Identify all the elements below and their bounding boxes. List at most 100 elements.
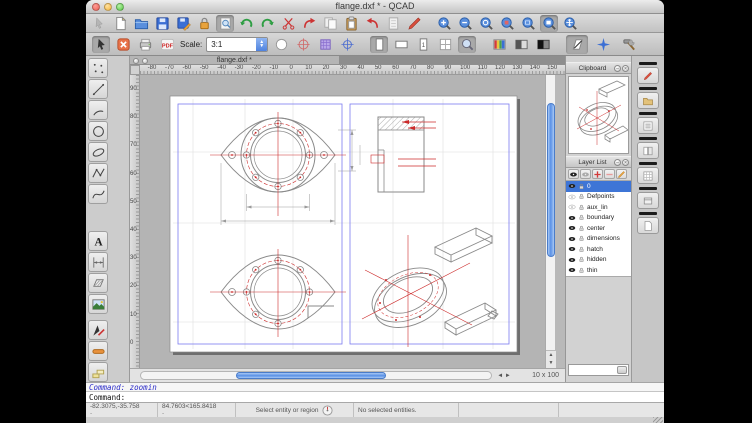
eye-on-icon[interactable] (568, 266, 576, 274)
dock-list-grab-handle[interactable] (639, 112, 657, 115)
layer-row-center[interactable]: center (566, 223, 631, 234)
selection-pointer-button[interactable] (92, 36, 110, 53)
snap-auto-button[interactable] (592, 35, 614, 54)
dock-folder-button[interactable] (637, 92, 659, 109)
zoom-redraw-button[interactable] (477, 15, 495, 32)
eye-on-icon[interactable] (568, 214, 576, 222)
page-single-button[interactable]: 1 (414, 36, 432, 53)
dock-page-button[interactable] (637, 217, 659, 234)
cut-button[interactable] (279, 15, 297, 32)
image-button[interactable] (88, 294, 108, 314)
show-all-layers-button[interactable] (568, 169, 579, 179)
polyline-button[interactable] (88, 163, 108, 183)
save-button[interactable] (153, 15, 171, 32)
ellipse-button[interactable] (88, 142, 108, 162)
dock-list-button[interactable] (637, 117, 659, 134)
layer-list-panel-header[interactable]: Layer List – × (566, 156, 631, 168)
eye-on-icon[interactable] (568, 224, 576, 232)
dock-pencil-grab-handle[interactable] (639, 62, 657, 65)
layer-row-aux_lin[interactable]: aux_lin (566, 202, 631, 213)
hatch-display-button[interactable] (316, 36, 334, 53)
eye-on-icon[interactable] (568, 182, 576, 190)
print-button[interactable] (136, 36, 154, 53)
save-as-button[interactable] (174, 15, 192, 32)
undo-button[interactable] (237, 15, 255, 32)
rotate-button[interactable] (363, 15, 381, 32)
dock-page-grab-handle[interactable] (639, 212, 657, 215)
text-button[interactable]: A (88, 231, 108, 251)
resize-grip[interactable] (653, 417, 663, 423)
lock-small-icon[interactable] (578, 246, 585, 253)
layer-filter-button[interactable] (617, 366, 627, 374)
lock-small-icon[interactable] (578, 267, 585, 274)
lock-small-icon[interactable] (578, 204, 585, 211)
redo-button[interactable] (258, 15, 276, 32)
scale-combobox[interactable]: 3:1 ▲▼ (206, 37, 268, 52)
lock-small-icon[interactable] (578, 214, 585, 221)
zoom-in-button[interactable] (435, 15, 453, 32)
clipboard-close-icon[interactable]: × (622, 65, 629, 72)
point-button[interactable] (88, 58, 108, 78)
vertical-scrollbar[interactable]: ▲▼ (545, 75, 555, 368)
copy-button[interactable] (321, 15, 339, 32)
layer-list-float-icon[interactable]: – (614, 159, 621, 166)
modify-button[interactable] (88, 320, 108, 340)
eye-on-icon[interactable] (568, 235, 576, 243)
move-rotate-button[interactable] (300, 15, 318, 32)
vertical-scrollbar-thumb[interactable] (547, 103, 555, 257)
dock-box-grab-handle[interactable] (639, 187, 657, 190)
hatch-button[interactable] (88, 273, 108, 293)
app-pointer-button[interactable] (90, 15, 108, 32)
page-landscape-button[interactable] (392, 36, 410, 53)
vertical-scrollbar-arrows[interactable]: ▲▼ (546, 350, 556, 368)
lock-small-icon[interactable] (578, 256, 585, 263)
new-file-button[interactable] (111, 15, 129, 32)
horizontal-scrollbar-arrows[interactable]: ◄ ► (492, 373, 516, 379)
horizontal-scrollbar-thumb[interactable] (236, 372, 386, 379)
eye-on-icon[interactable] (568, 245, 576, 253)
layer-row-hatch[interactable]: hatch (566, 244, 631, 255)
dock-grid-grab-handle[interactable] (639, 162, 657, 165)
color-palette-button[interactable] (490, 36, 508, 53)
layer-list-close-icon[interactable]: × (622, 159, 629, 166)
layer-row-dimensions[interactable]: dimensions (566, 234, 631, 245)
zoom-out-button[interactable] (456, 15, 474, 32)
gradient-light-button[interactable] (512, 36, 530, 53)
zoom-previous-button[interactable] (498, 15, 516, 32)
preview-zoom-button[interactable] (458, 36, 476, 53)
snap-center-button[interactable] (338, 36, 356, 53)
layer-row-hidden[interactable]: hidden (566, 255, 631, 266)
layer-row-Defpoints[interactable]: Defpoints (566, 192, 631, 203)
arc-button[interactable] (88, 100, 108, 120)
dimension-button[interactable] (88, 252, 108, 272)
explode-button[interactable] (88, 362, 108, 382)
lock-small-icon[interactable] (578, 183, 585, 190)
eye-off-icon[interactable] (568, 193, 576, 201)
clipboard-float-icon[interactable]: – (614, 65, 621, 72)
print-preview-button[interactable] (216, 15, 234, 32)
paste-button[interactable] (342, 15, 360, 32)
trim-button[interactable] (88, 341, 108, 361)
pages-grid-button[interactable] (436, 36, 454, 53)
dock-box-button[interactable] (637, 192, 659, 209)
property-editor-button[interactable] (405, 15, 423, 32)
zoom-pan-button[interactable] (561, 15, 579, 32)
restrict-nothing-button[interactable] (566, 35, 588, 54)
scale-stepper-icon[interactable]: ▲▼ (256, 38, 267, 51)
circle-button[interactable] (88, 121, 108, 141)
title-bar[interactable]: flange.dxf * - QCAD (86, 0, 664, 14)
pdf-export-button[interactable]: PDF (158, 36, 176, 53)
lock-button[interactable] (195, 15, 213, 32)
lock-small-icon[interactable] (578, 193, 585, 200)
document-tab-bar[interactable]: flange.dxf * (130, 56, 565, 65)
dock-pencil-button[interactable] (637, 67, 659, 84)
drawing-viewport[interactable] (140, 75, 545, 368)
command-input[interactable]: Command: (86, 391, 664, 402)
horizontal-scrollbar[interactable] (140, 371, 492, 380)
layer-filter-input[interactable] (568, 364, 629, 376)
duplicate-button[interactable] (384, 15, 402, 32)
layer-row-thin[interactable]: thin (566, 265, 631, 276)
dock-columns-grab-handle[interactable] (639, 137, 657, 140)
page-portrait-button[interactable] (370, 36, 388, 53)
remove-layer-button[interactable] (604, 169, 615, 179)
